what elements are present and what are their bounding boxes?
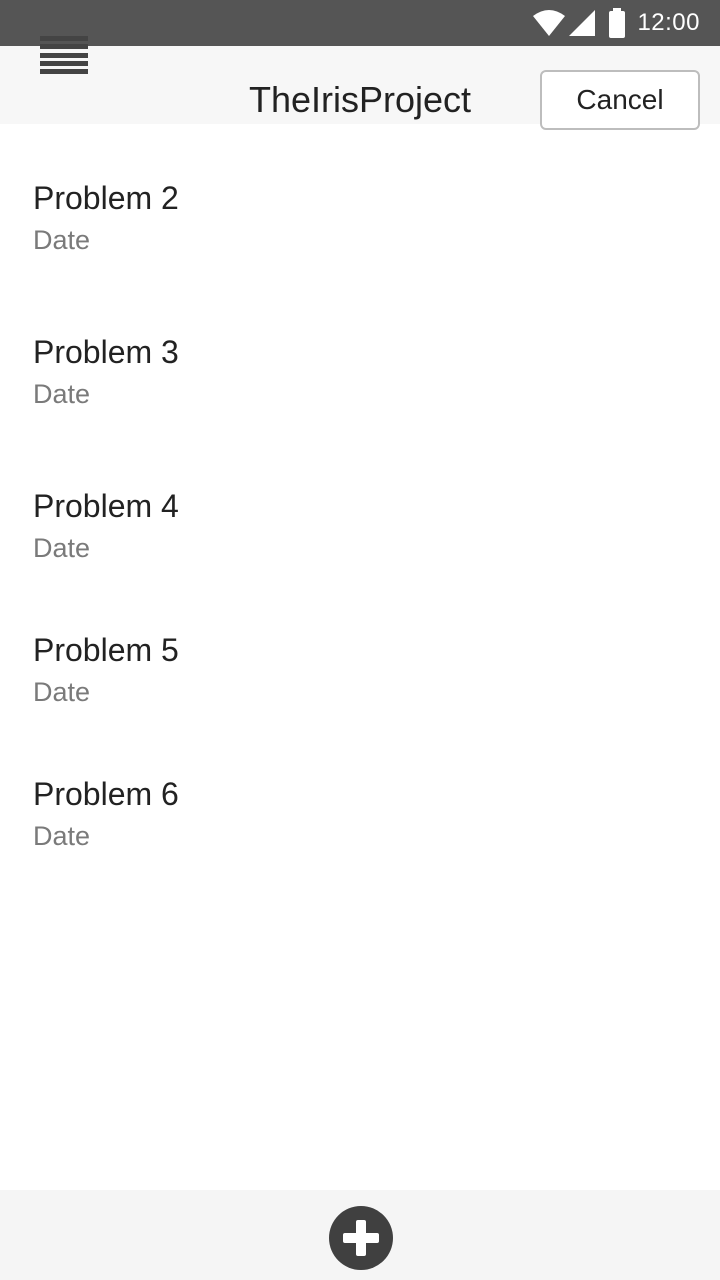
wifi-icon [533, 10, 566, 36]
plus-circle-icon [343, 1220, 379, 1256]
status-bar: 12:00 [0, 0, 720, 46]
hamburger-menu-icon[interactable] [40, 36, 88, 74]
bottom-bar [0, 1190, 720, 1280]
list-item-problem-5[interactable]: Problem 5 Date [0, 630, 720, 750]
problem-title: Problem 4 [33, 488, 179, 524]
problem-title: Problem 2 [33, 180, 179, 216]
add-problem-button[interactable] [329, 1206, 393, 1270]
battery-icon [609, 8, 626, 38]
list-item-problem-4[interactable]: Problem 4 Date [0, 486, 720, 606]
list-item-problem-6[interactable]: Problem 6 Date [0, 774, 720, 894]
problem-date: Date [33, 379, 91, 409]
status-icons: 12:00 [533, 0, 700, 46]
problem-title: Problem 6 [33, 776, 179, 812]
problem-title: Problem 5 [33, 632, 179, 668]
cancel-button[interactable]: Cancel [540, 70, 700, 130]
status-time: 12:00 [637, 9, 700, 36]
list-item-problem-2[interactable]: Problem 2 Date [0, 178, 720, 298]
problem-date: Date [33, 677, 91, 707]
problem-title: Problem 3 [33, 334, 179, 370]
problem-date: Date [33, 533, 91, 563]
signal-icon [569, 10, 596, 36]
list-item-problem-3[interactable]: Problem 3 Date [0, 332, 720, 452]
problem-date: Date [33, 821, 91, 851]
problem-date: Date [33, 225, 91, 255]
